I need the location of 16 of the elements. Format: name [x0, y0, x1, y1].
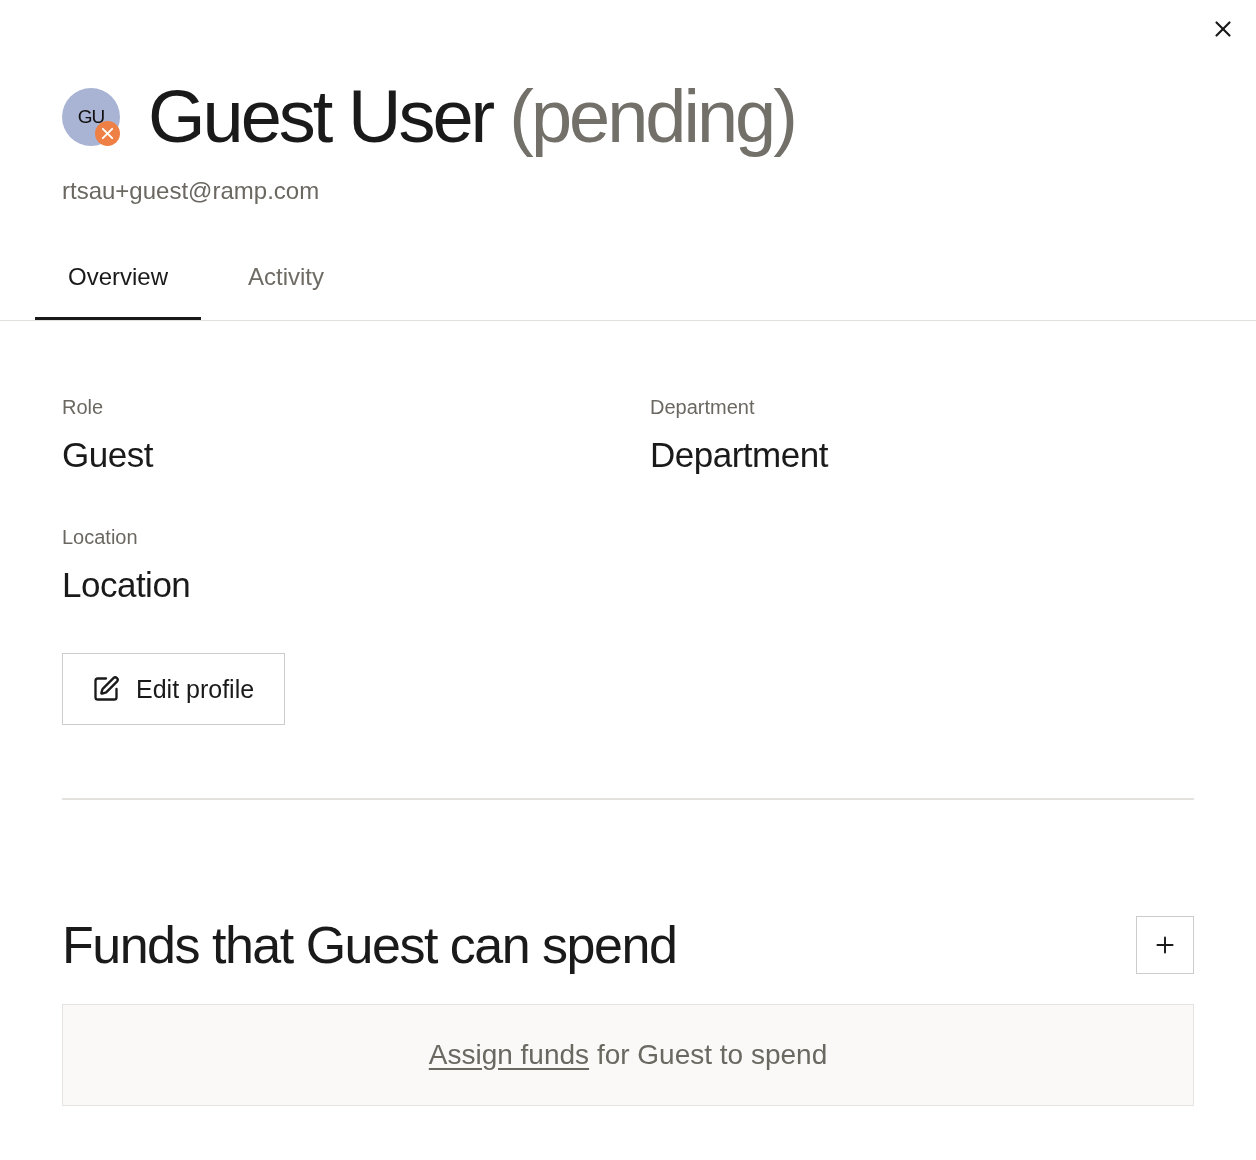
user-email: rtsau+guest@ramp.com	[62, 176, 321, 206]
avatar-initials: GU	[77, 106, 105, 128]
tab[interactable]: Activity	[215, 250, 358, 320]
field-value: Guest	[62, 435, 153, 475]
field-label: Location	[62, 525, 138, 549]
field-label: Department	[650, 395, 755, 419]
edit-icon	[92, 675, 120, 703]
field-label: Role	[62, 395, 104, 419]
tab[interactable]: Overview	[35, 250, 202, 320]
field-value: Location	[62, 565, 191, 605]
edit-profile-button[interactable]: Edit profile	[62, 653, 286, 725]
assign-funds-link[interactable]: Assign funds	[428, 1039, 590, 1070]
empty-state-message: Assign funds for Guest to spend	[428, 1038, 828, 1072]
funds-heading: Funds that Guest can spend	[62, 915, 677, 975]
user-name: Guest User	[148, 80, 493, 154]
field-value: Department	[650, 435, 828, 475]
